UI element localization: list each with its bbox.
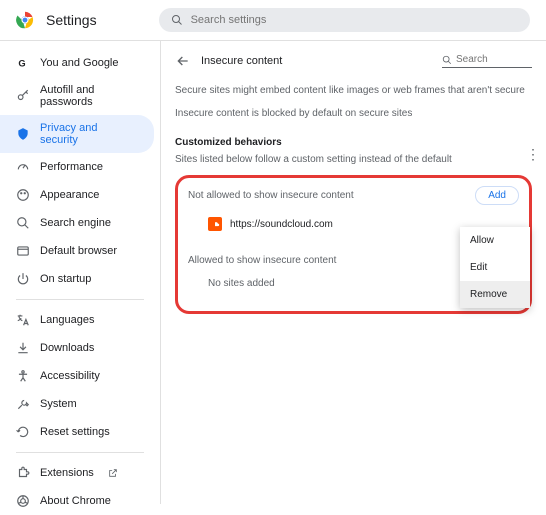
google-g-icon: G bbox=[16, 56, 30, 70]
page-search[interactable] bbox=[442, 54, 532, 68]
sidebar-item-search-engine[interactable]: Search engine bbox=[0, 209, 154, 237]
description-line-1: Secure sites might embed content like im… bbox=[175, 83, 532, 98]
speedometer-icon bbox=[16, 160, 30, 174]
sidebar-label: Languages bbox=[40, 314, 94, 326]
menu-remove[interactable]: Remove bbox=[460, 281, 530, 308]
page-header: Insecure content bbox=[175, 49, 532, 73]
sidebar-label: Downloads bbox=[40, 342, 94, 354]
svg-text:G: G bbox=[18, 59, 25, 69]
global-search-input[interactable] bbox=[191, 14, 518, 26]
custom-behaviors-sub: Sites listed below follow a custom setti… bbox=[175, 152, 532, 167]
app-header: Settings bbox=[0, 0, 546, 41]
page-title: Insecure content bbox=[201, 55, 442, 67]
sidebar-item-about[interactable]: About Chrome bbox=[0, 487, 154, 515]
custom-behaviors-heading: Customized behaviors bbox=[175, 137, 532, 148]
browser-icon bbox=[16, 244, 30, 258]
sidebar-item-accessibility[interactable]: Accessibility bbox=[0, 362, 154, 390]
back-arrow-icon[interactable] bbox=[175, 53, 191, 69]
sidebar-item-performance[interactable]: Performance bbox=[0, 153, 154, 181]
global-search[interactable] bbox=[159, 8, 530, 32]
sidebar-label: Autofill and passwords bbox=[40, 84, 138, 108]
sidebar-label: Default browser bbox=[40, 245, 117, 257]
shield-icon bbox=[16, 127, 30, 141]
allowed-label: Allowed to show insecure content bbox=[188, 255, 336, 266]
sidebar-item-appearance[interactable]: Appearance bbox=[0, 181, 154, 209]
not-allowed-label: Not allowed to show insecure content bbox=[188, 190, 354, 201]
sidebar-label: About Chrome bbox=[40, 495, 111, 507]
palette-icon bbox=[16, 188, 30, 202]
description-line-2: Insecure content is blocked by default o… bbox=[175, 106, 532, 121]
accessibility-icon bbox=[16, 369, 30, 383]
header-title: Settings bbox=[46, 12, 97, 28]
not-allowed-row: Not allowed to show insecure content Add bbox=[188, 186, 519, 205]
chrome-logo-icon bbox=[16, 11, 34, 29]
sidebar-label: Accessibility bbox=[40, 370, 100, 382]
sidebar-item-languages[interactable]: Languages bbox=[0, 306, 154, 334]
divider bbox=[16, 299, 144, 300]
power-icon bbox=[16, 272, 30, 286]
sidebar-label: Search engine bbox=[40, 217, 111, 229]
download-icon bbox=[16, 341, 30, 355]
wrench-icon bbox=[16, 397, 30, 411]
sidebar-item-autofill[interactable]: Autofill and passwords bbox=[0, 77, 154, 115]
sidebar-label: Appearance bbox=[40, 189, 99, 201]
search-icon bbox=[171, 14, 183, 26]
sidebar: G You and Google Autofill and passwords … bbox=[0, 41, 160, 504]
menu-edit[interactable]: Edit bbox=[460, 254, 530, 281]
menu-allow[interactable]: Allow bbox=[460, 227, 530, 254]
sidebar-item-default-browser[interactable]: Default browser bbox=[0, 237, 154, 265]
page-search-input[interactable] bbox=[456, 54, 532, 65]
sidebar-item-reset[interactable]: Reset settings bbox=[0, 418, 154, 446]
sidebar-label: Performance bbox=[40, 161, 103, 173]
search-icon bbox=[442, 55, 452, 65]
context-menu: Allow Edit Remove bbox=[460, 227, 530, 308]
sidebar-label: Privacy and security bbox=[40, 122, 138, 146]
main-content: Insecure content Secure sites might embe… bbox=[160, 41, 546, 504]
puzzle-icon bbox=[16, 466, 30, 480]
sidebar-item-extensions[interactable]: Extensions bbox=[0, 459, 154, 487]
sidebar-label: You and Google bbox=[40, 57, 119, 69]
sidebar-item-startup[interactable]: On startup bbox=[0, 265, 154, 293]
sidebar-label: Reset settings bbox=[40, 426, 110, 438]
sidebar-label: System bbox=[40, 398, 77, 410]
translate-icon bbox=[16, 313, 30, 327]
sidebar-label: On startup bbox=[40, 273, 91, 285]
add-button[interactable]: Add bbox=[475, 186, 519, 205]
reset-icon bbox=[16, 425, 30, 439]
soundcloud-icon bbox=[208, 217, 222, 231]
chrome-outline-icon bbox=[16, 494, 30, 508]
key-icon bbox=[16, 89, 30, 103]
external-link-icon bbox=[108, 468, 118, 478]
more-actions-icon[interactable]: ⋮ bbox=[526, 146, 540, 163]
search-icon bbox=[16, 216, 30, 230]
sidebar-item-privacy[interactable]: Privacy and security bbox=[0, 115, 154, 153]
divider bbox=[16, 452, 144, 453]
sidebar-label: Extensions bbox=[40, 467, 94, 479]
sidebar-item-system[interactable]: System bbox=[0, 390, 154, 418]
sidebar-item-you-and-google[interactable]: G You and Google bbox=[0, 49, 154, 77]
sidebar-item-downloads[interactable]: Downloads bbox=[0, 334, 154, 362]
site-url: https://soundcloud.com bbox=[230, 219, 333, 230]
